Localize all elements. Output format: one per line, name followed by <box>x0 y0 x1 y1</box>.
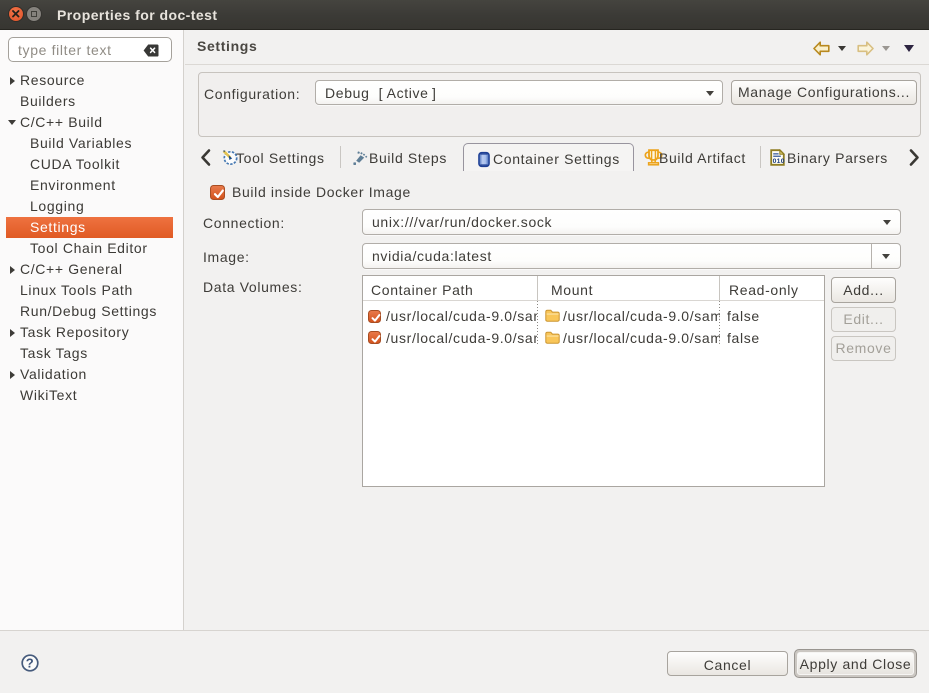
svg-text:?: ? <box>26 656 35 671</box>
svg-text:010: 010 <box>773 158 785 165</box>
